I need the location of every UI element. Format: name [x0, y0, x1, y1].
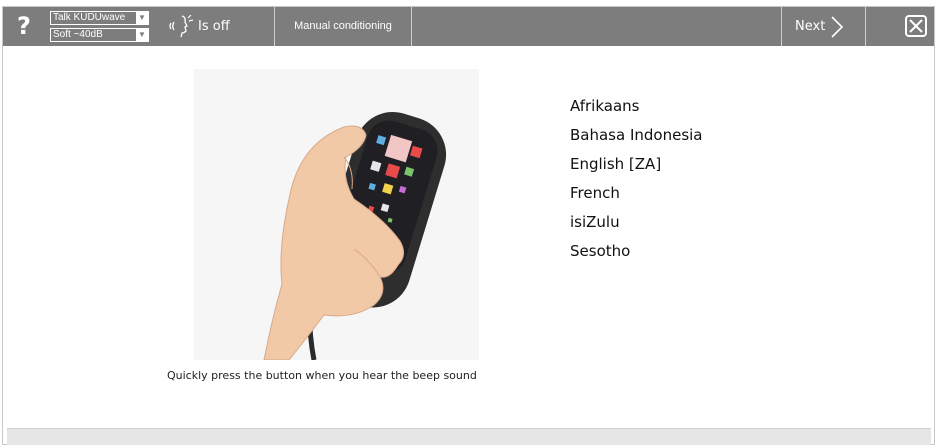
voice-select-value: Talk KUDUwave: [53, 12, 126, 23]
language-option-french[interactable]: French: [570, 179, 703, 208]
next-button[interactable]: Next: [781, 7, 866, 46]
sound-status: Is off: [198, 19, 230, 34]
tab-manual-conditioning[interactable]: Manual conditioning: [274, 7, 412, 46]
language-list: Afrikaans Bahasa Indonesia English [ZA] …: [570, 92, 703, 266]
close-x-icon: [909, 19, 923, 33]
language-option-sesotho[interactable]: Sesotho: [570, 237, 703, 266]
chevron-down-icon: ▼: [136, 12, 148, 24]
language-option-english-za[interactable]: English [ZA]: [570, 150, 703, 179]
level-select[interactable]: Soft ~40dB ▼: [50, 28, 149, 42]
instruction-caption: Quickly press the button when you hear t…: [167, 369, 477, 382]
voice-select[interactable]: Talk KUDUwave ▼: [50, 11, 149, 25]
speaking-head-icon[interactable]: [168, 14, 194, 38]
level-select-value: Soft ~40dB: [53, 29, 103, 40]
language-option-afrikaans[interactable]: Afrikaans: [570, 92, 703, 121]
next-button-label: Next: [795, 19, 826, 34]
help-button[interactable]: ?: [11, 11, 37, 41]
close-button[interactable]: [905, 15, 927, 37]
chevron-down-icon: ▼: [136, 29, 148, 41]
language-option-bahasa-indonesia[interactable]: Bahasa Indonesia: [570, 121, 703, 150]
chevron-right-icon: [831, 16, 844, 38]
status-bar: [7, 428, 931, 445]
hand-held-button-photo: [194, 69, 479, 360]
language-option-isizulu[interactable]: isiZulu: [570, 208, 703, 237]
toolbar: ? Talk KUDUwave ▼ Soft ~40dB ▼ Is off Ma…: [3, 7, 934, 46]
